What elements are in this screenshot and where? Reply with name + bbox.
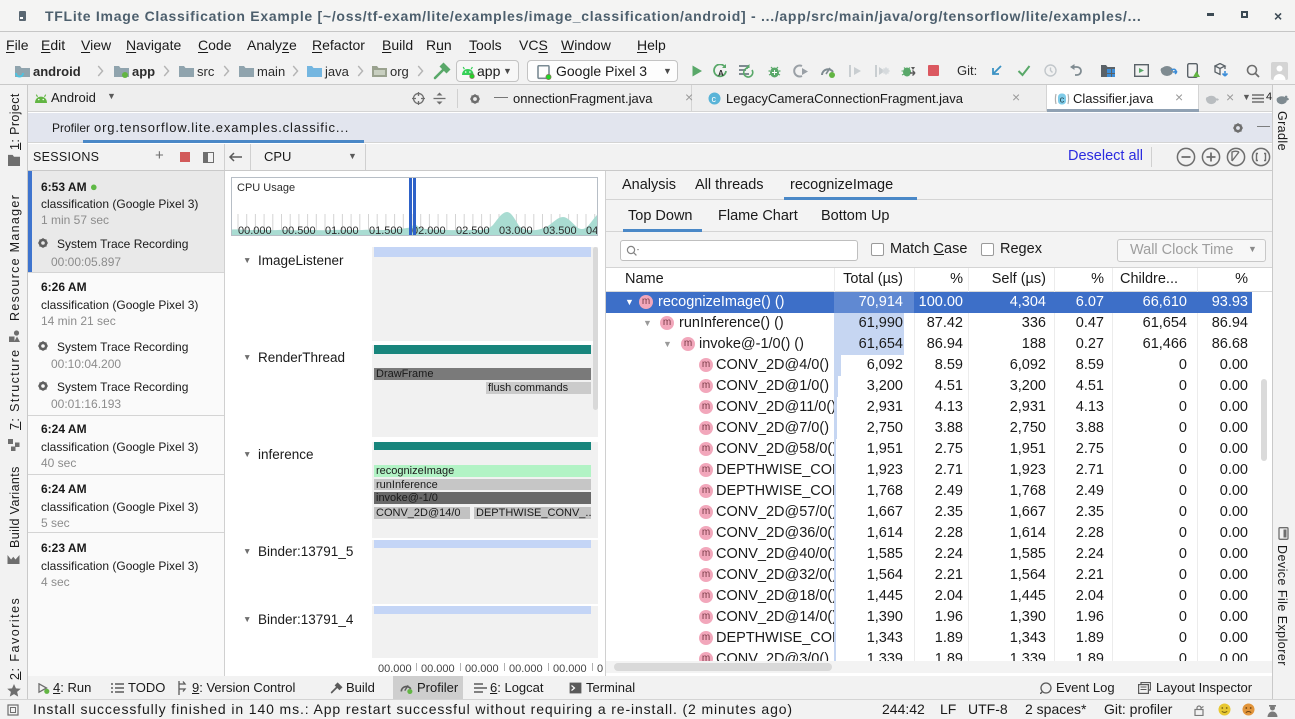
svg-text:c: c <box>1060 95 1065 106</box>
svg-text:c: c <box>712 94 717 104</box>
svg-text:A: A <box>718 69 724 78</box>
